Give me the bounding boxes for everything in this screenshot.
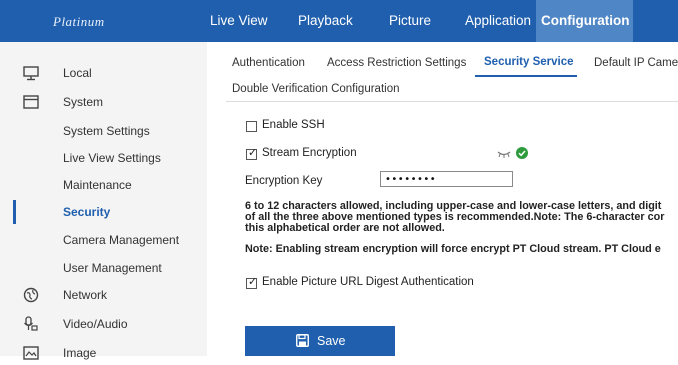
topnav-configuration[interactable]: Configuration bbox=[536, 0, 633, 42]
topnav-picture[interactable]: Picture bbox=[389, 0, 431, 42]
sidebar-item-maintenance[interactable]: Maintenance bbox=[0, 173, 207, 197]
encryption-key-label: Encryption Key bbox=[245, 175, 323, 187]
sidebar-item-live-view-settings[interactable]: Live View Settings bbox=[0, 146, 207, 170]
stream-encryption-label: Stream Encryption bbox=[262, 147, 357, 159]
tab-access-restriction-settings[interactable]: Access Restriction Settings bbox=[327, 57, 466, 69]
sidebar-item-label: Local bbox=[63, 66, 92, 80]
sidebar-item-label: System Settings bbox=[63, 124, 150, 138]
globe-icon bbox=[23, 287, 39, 303]
top-navigation-bar: Platinum Live View Playback Picture Appl… bbox=[0, 0, 678, 42]
image-icon bbox=[23, 346, 39, 360]
save-button[interactable]: Save bbox=[245, 326, 395, 356]
tab-authentication[interactable]: Authentication bbox=[232, 57, 305, 69]
eye-closed-icon[interactable] bbox=[497, 149, 511, 159]
password-rule-note-line3: this alphabetical order are not allowed. bbox=[245, 222, 445, 234]
sidebar-item-label: Network bbox=[63, 288, 108, 302]
check-circle-icon bbox=[516, 147, 528, 159]
sidebar-item-video-audio[interactable]: Video/Audio bbox=[0, 312, 207, 336]
sidebar-item-label: Video/Audio bbox=[63, 317, 128, 331]
sidebar-item-label: Image bbox=[63, 346, 97, 360]
tab-double-verification-configuration[interactable]: Double Verification Configuration bbox=[232, 83, 400, 95]
window-icon bbox=[23, 95, 39, 109]
enable-ssh-label: Enable SSH bbox=[262, 119, 325, 131]
sidebar-item-label: User Management bbox=[63, 261, 162, 275]
sidebar-item-camera-management[interactable]: Camera Management bbox=[0, 228, 207, 252]
sidebar-item-network[interactable]: Network bbox=[0, 283, 207, 307]
tab-security-service[interactable]: Security Service bbox=[484, 56, 574, 68]
sidebar-item-security[interactable]: Security bbox=[0, 200, 207, 224]
topnav-playback[interactable]: Playback bbox=[298, 0, 353, 42]
save-icon bbox=[296, 334, 309, 347]
picture-url-digest-label: Enable Picture URL Digest Authentication bbox=[262, 276, 474, 288]
sidebar-item-label: Camera Management bbox=[63, 233, 180, 247]
microphone-camera-icon bbox=[24, 316, 38, 331]
sidebar-item-system[interactable]: System bbox=[0, 90, 207, 114]
encryption-key-input[interactable] bbox=[380, 171, 513, 187]
save-button-label: Save bbox=[317, 334, 346, 348]
sidebar-item-local[interactable]: Local bbox=[0, 61, 207, 85]
sidebar-item-label: System bbox=[63, 95, 104, 109]
topnav-live-view[interactable]: Live View bbox=[210, 0, 268, 42]
enable-ssh-checkbox[interactable] bbox=[246, 121, 257, 132]
monitor-icon bbox=[23, 66, 39, 81]
sidebar-item-label: Maintenance bbox=[63, 178, 132, 192]
active-indicator bbox=[13, 200, 16, 224]
tabs-divider bbox=[226, 101, 678, 102]
picture-url-digest-checkbox[interactable]: ✓ bbox=[246, 276, 257, 289]
sidebar-item-system-settings[interactable]: System Settings bbox=[0, 119, 207, 143]
stream-encryption-checkbox[interactable]: ✓ bbox=[246, 147, 257, 160]
cloud-encryption-note: Note: Enabling stream encryption will fo… bbox=[245, 243, 661, 255]
brand-logo: Platinum bbox=[53, 14, 105, 29]
sidebar: Local System System Settings Live View S… bbox=[0, 42, 207, 360]
active-tab-indicator bbox=[475, 75, 577, 77]
tab-default-ip-camera[interactable]: Default IP Came bbox=[594, 57, 678, 69]
sidebar-item-label: Security bbox=[63, 205, 111, 219]
topnav-application[interactable]: Application bbox=[465, 0, 531, 42]
sidebar-item-label: Live View Settings bbox=[63, 151, 161, 165]
sidebar-item-user-management[interactable]: User Management bbox=[0, 256, 207, 280]
sidebar-item-image[interactable]: Image bbox=[0, 341, 207, 365]
